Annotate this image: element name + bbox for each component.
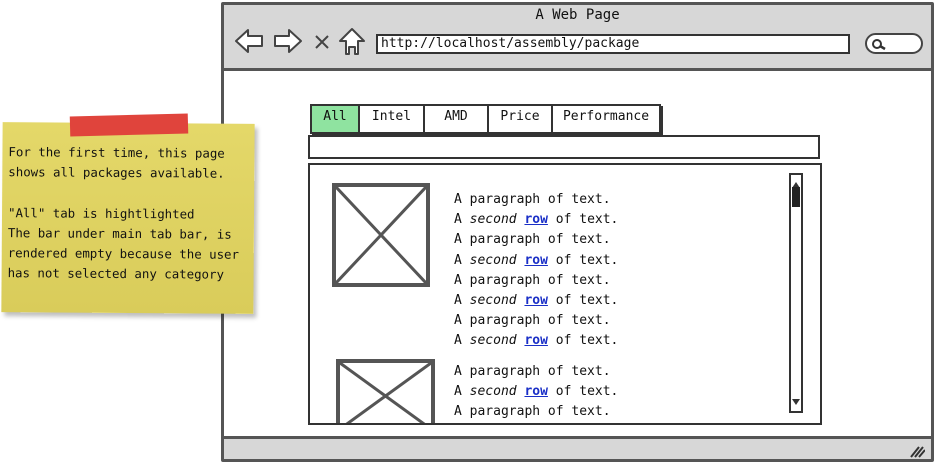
text-line: A paragraph of text. <box>454 272 611 288</box>
browser-window: A Web Page http://localhost/assembly/pac… <box>221 2 934 462</box>
forward-arrow-icon[interactable] <box>273 27 303 55</box>
package-description: A paragraph of text. A second row of tex… <box>454 362 618 423</box>
stop-x-icon[interactable] <box>312 27 332 55</box>
row-link[interactable]: row <box>524 384 547 399</box>
category-tab-bar: All Intel AMD Price Performance <box>310 104 661 134</box>
row-link[interactable]: row <box>524 333 547 348</box>
text-line: A paragraph of text. <box>454 364 611 379</box>
tab-all[interactable]: All <box>310 104 360 134</box>
tab-performance[interactable]: Performance <box>553 104 661 134</box>
sticky-note: For the first time, this page shows all … <box>1 122 255 314</box>
row-link[interactable]: row <box>524 253 547 268</box>
subcategory-bar <box>308 135 820 159</box>
package-description: A paragraph of text. A second row of tex… <box>454 190 618 352</box>
package-image-placeholder <box>336 359 435 423</box>
row-link[interactable]: row <box>524 293 547 308</box>
text-line: A paragraph of text. <box>454 192 611 207</box>
text-line: A second row of text. <box>454 293 619 309</box>
scroll-down-arrow-icon[interactable] <box>791 392 801 411</box>
text-line: A second row of text. <box>454 384 619 400</box>
url-bar[interactable]: http://localhost/assembly/package <box>376 34 850 54</box>
tab-price[interactable]: Price <box>489 104 553 134</box>
home-icon[interactable] <box>337 27 367 55</box>
search-field[interactable] <box>865 33 923 54</box>
text-line: A second row of text. <box>454 212 619 228</box>
back-arrow-icon[interactable] <box>234 27 264 55</box>
browser-toolbar: A Web Page http://localhost/assembly/pac… <box>224 5 931 71</box>
tab-amd[interactable]: AMD <box>425 104 489 134</box>
window-title: A Web Page <box>535 7 620 23</box>
scroll-thumb[interactable] <box>792 187 800 207</box>
sticky-note-text: For the first time, this page shows all … <box>7 144 247 282</box>
package-image-placeholder <box>332 183 430 287</box>
text-line: A second row of text. <box>454 252 619 268</box>
tab-intel[interactable]: Intel <box>360 104 425 134</box>
search-icon <box>871 37 887 56</box>
text-line: A paragraph of text. <box>454 313 611 329</box>
package-list: A paragraph of text. A second row of tex… <box>308 163 822 425</box>
text-line: A second row of text. <box>454 333 619 349</box>
row-link[interactable]: row <box>524 212 547 227</box>
resize-grip-icon[interactable] <box>909 443 926 458</box>
status-bar <box>224 436 931 459</box>
vertical-scrollbar[interactable] <box>789 173 803 413</box>
text-line: A paragraph of text. <box>454 232 611 248</box>
text-line: A paragraph of text. <box>454 404 611 420</box>
note-tape <box>69 113 189 137</box>
